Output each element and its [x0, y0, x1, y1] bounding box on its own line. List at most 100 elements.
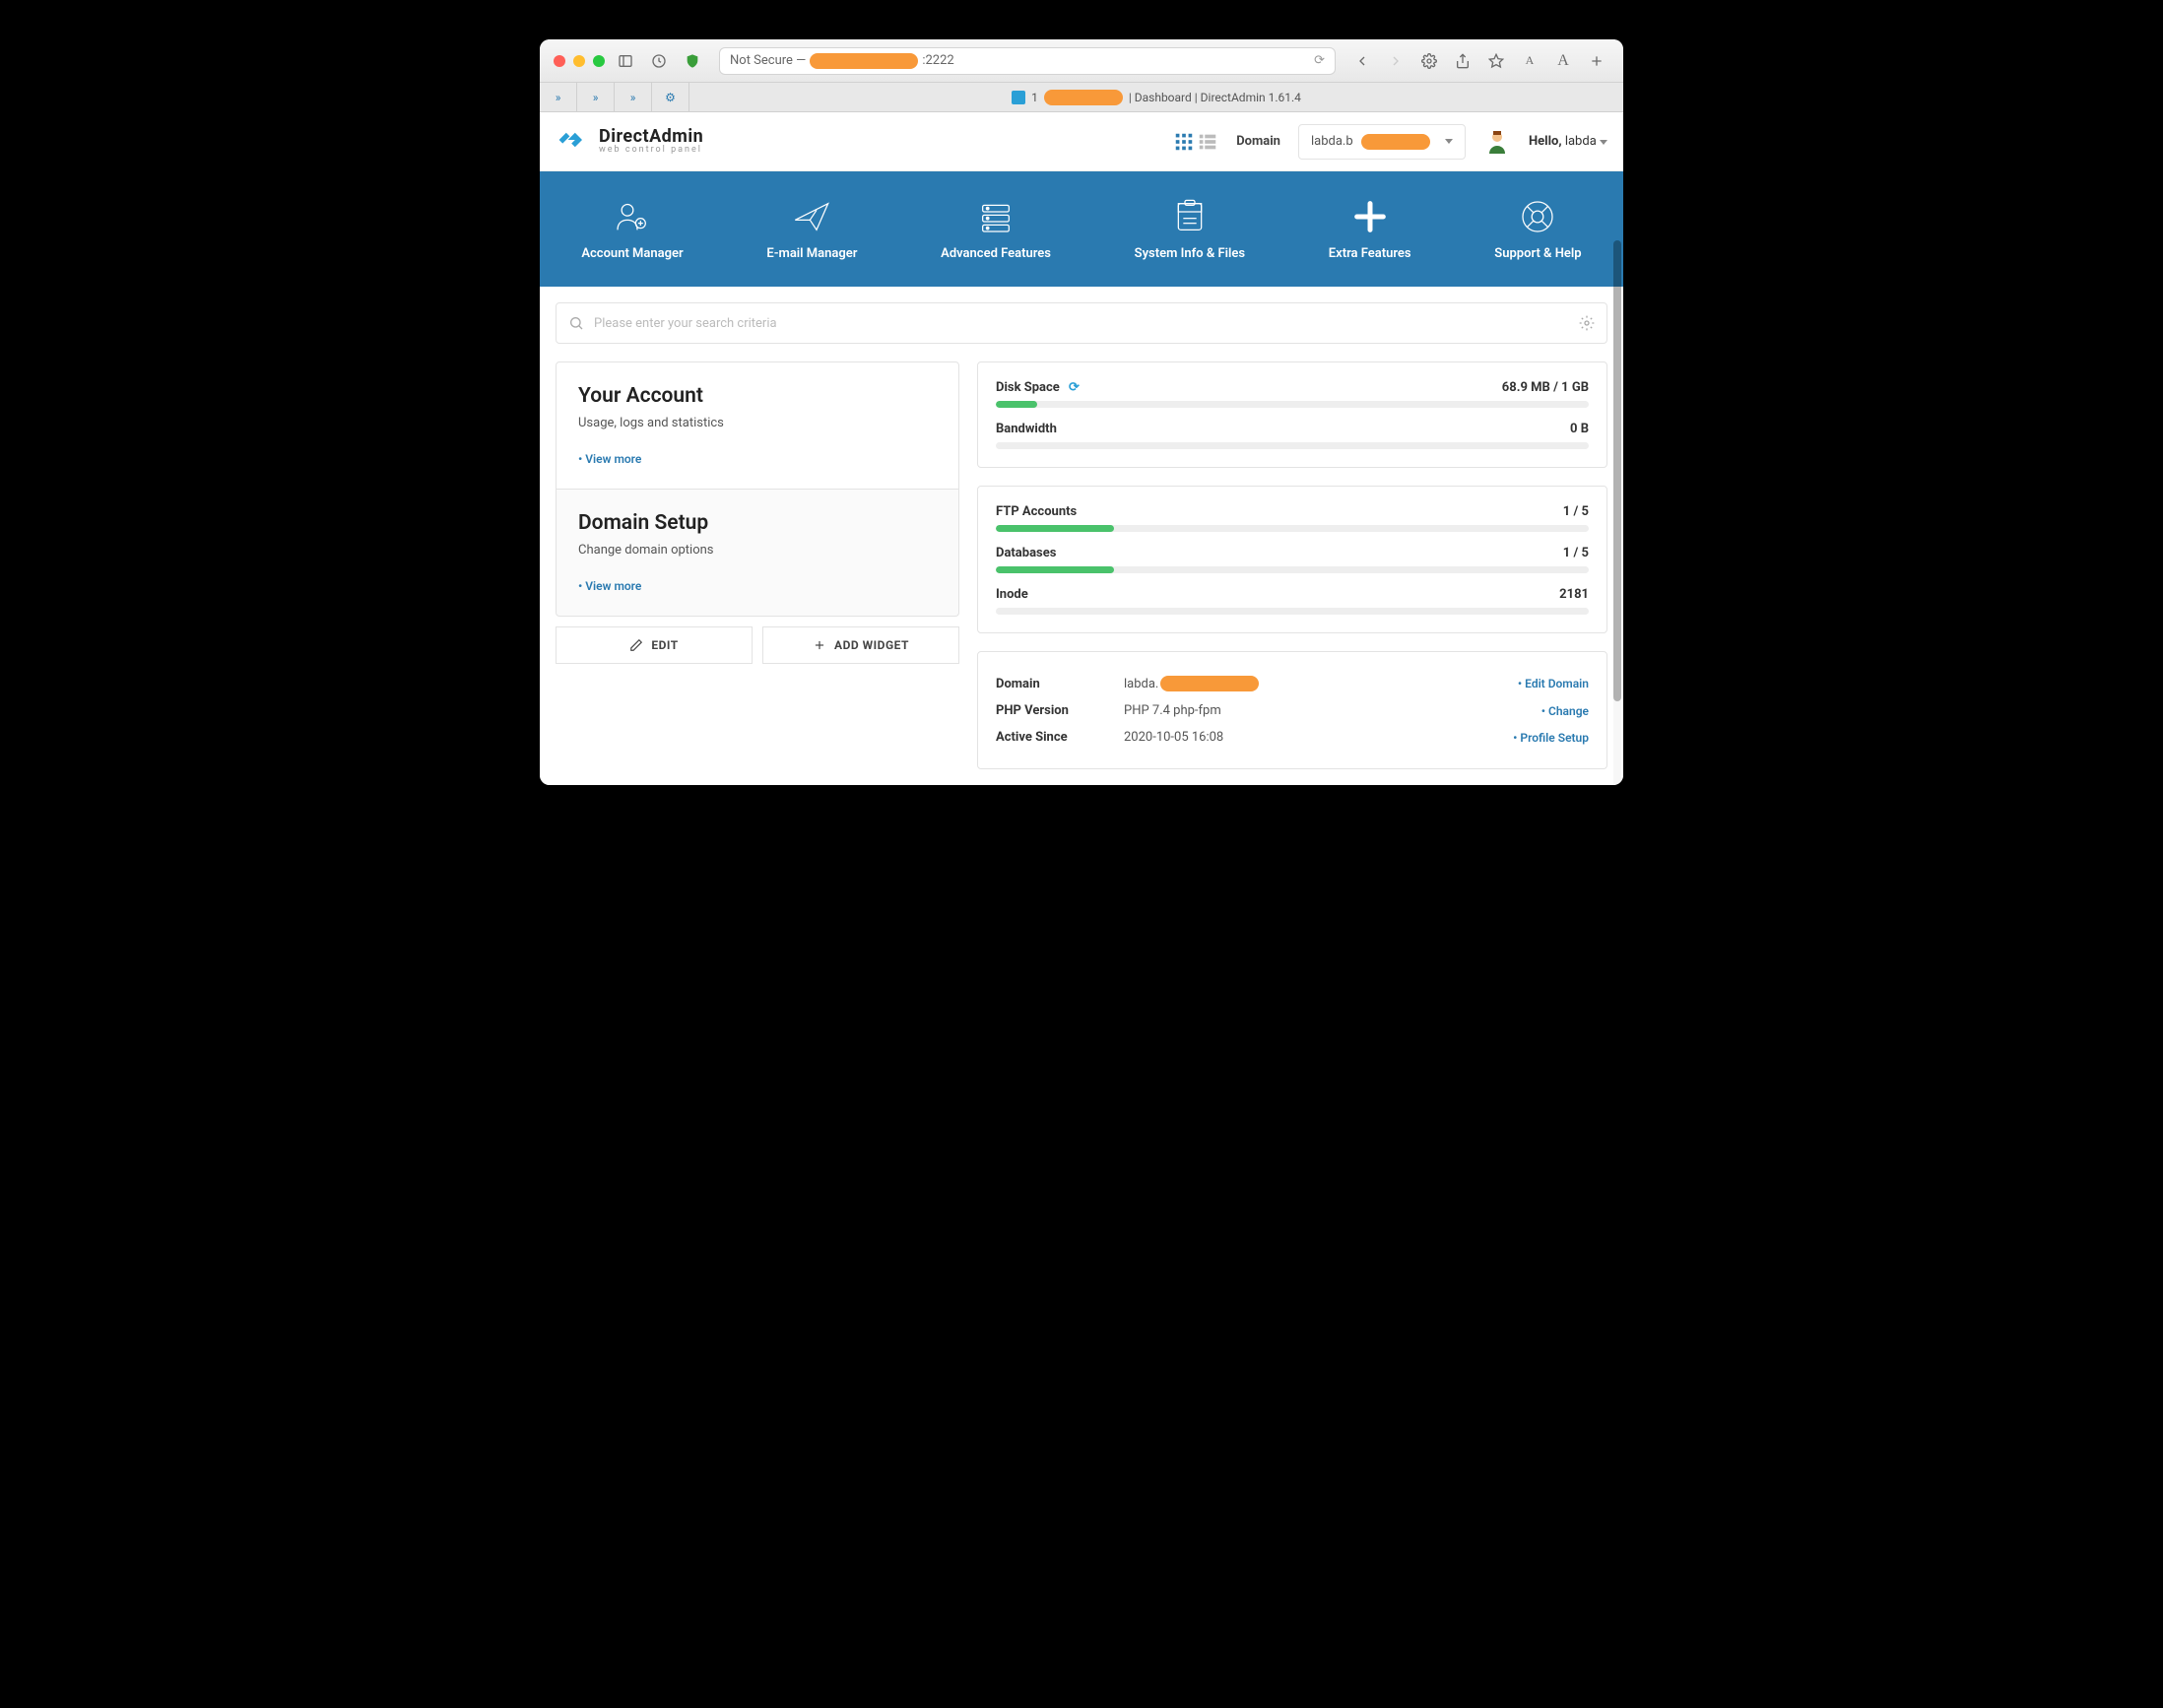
tab-prefix: 1 [1031, 91, 1038, 104]
app-header: DirectAdmin web control panel Domain lab… [540, 112, 1623, 171]
usage-stats-1: Disk Space ⟳ 68.9 MB / 1 GB Bandwidth0 B [977, 361, 1607, 468]
search-input[interactable] [594, 316, 1569, 331]
titlebar: Not Secure — :2222 ⟳ A A [540, 39, 1623, 83]
usage-stats-2: FTP Accounts 1 / 5 Databases1 / 5 Inode 2181 [977, 486, 1607, 633]
view-toggle [1173, 131, 1218, 153]
detail-value: labda. [1124, 676, 1259, 691]
list-view-icon[interactable] [1197, 131, 1218, 153]
stat-row: Disk Space ⟳ 68.9 MB / 1 GB [996, 380, 1589, 408]
nav-system-info[interactable]: System Info & Files [1135, 197, 1245, 261]
domain-details: Domainlabda. Edit Domain PHP VersionPHP 7.… [977, 651, 1607, 769]
add-widget-button[interactable]: ADD WIDGET [762, 626, 959, 664]
nav-support-help[interactable]: Support & Help [1494, 197, 1581, 261]
sidebar-toggle-icon[interactable] [613, 49, 638, 73]
detail-value: 2020-10-05 16:08 [1124, 730, 1223, 745]
stat-value: 0 B [1570, 422, 1589, 436]
detail-action-link[interactable]: Profile Setup [1513, 731, 1589, 745]
detail-key: Active Since [996, 730, 1124, 745]
browser-window: Not Secure — :2222 ⟳ A A » » » ⚙ 1 | Das… [540, 39, 1623, 785]
bookmark-icon[interactable] [1483, 49, 1509, 73]
domain-value: labda.b [1311, 134, 1353, 149]
brand-tagline: web control panel [599, 146, 703, 155]
pinned-tab-3[interactable]: » [615, 83, 652, 111]
settings-icon[interactable] [1416, 49, 1442, 73]
gear-icon[interactable] [1579, 315, 1595, 331]
scrollbar[interactable] [1613, 240, 1621, 785]
avatar[interactable] [1483, 128, 1511, 156]
history-icon[interactable] [646, 49, 672, 73]
minimize-window[interactable] [573, 55, 585, 67]
detail-key: PHP Version [996, 703, 1124, 718]
scroll-thumb[interactable] [1613, 240, 1621, 701]
domain-dropdown[interactable]: labda.b [1298, 124, 1466, 160]
logo-text: DirectAdmin web control panel [599, 128, 703, 155]
pinned-tab-4[interactable]: ⚙ [652, 83, 689, 111]
maximize-window[interactable] [593, 55, 605, 67]
nav-advanced-features[interactable]: Advanced Features [941, 197, 1051, 261]
logo[interactable]: DirectAdmin web control panel [556, 122, 703, 162]
favicon-icon [1012, 91, 1025, 104]
chevron-down-icon [1600, 140, 1607, 145]
detail-action-link[interactable]: Edit Domain [1518, 677, 1589, 690]
pinned-tab-1[interactable]: » [540, 83, 577, 111]
text-large-icon[interactable]: A [1550, 49, 1576, 73]
stat-row: Bandwidth0 B [996, 422, 1589, 449]
addr-prefix: Not Secure — [730, 53, 806, 68]
logo-mark-icon [556, 122, 591, 162]
view-more-link[interactable]: View more [578, 452, 641, 466]
window-controls [554, 55, 605, 67]
detail-key: Domain [996, 677, 1124, 691]
progress-bar [996, 525, 1589, 532]
stat-label: FTP Accounts [996, 504, 1077, 519]
stat-value: 2181 [1559, 587, 1589, 602]
back-icon[interactable] [1349, 49, 1375, 73]
forward-icon[interactable] [1383, 49, 1409, 73]
detail-row: Domainlabda. Edit Domain [996, 670, 1589, 697]
search-bar[interactable] [556, 302, 1607, 344]
card-title: Domain Setup [578, 511, 937, 535]
tab-redacted [1044, 90, 1123, 105]
stat-row: Databases1 / 5 [996, 546, 1589, 573]
new-tab-icon[interactable] [1584, 49, 1609, 73]
stat-value: 68.9 MB / 1 GB [1502, 380, 1589, 395]
your-account-card: Your Account Usage, logs and statistics … [556, 361, 959, 490]
stat-label: Databases [996, 546, 1056, 560]
addr-redacted [810, 53, 918, 69]
progress-bar [996, 442, 1589, 449]
main-nav: Account Manager E-mail Manager Advanced … [540, 171, 1623, 287]
close-window[interactable] [554, 55, 565, 67]
reload-icon[interactable]: ⟳ [1314, 53, 1325, 68]
domain-label: Domain [1236, 134, 1280, 149]
page-content: DirectAdmin web control panel Domain lab… [540, 112, 1623, 785]
card-subtitle: Usage, logs and statistics [578, 416, 937, 430]
card-subtitle: Change domain options [578, 543, 937, 558]
nav-email-manager[interactable]: E-mail Manager [766, 197, 857, 261]
progress-bar [996, 566, 1589, 573]
pinned-tab-2[interactable]: » [577, 83, 615, 111]
view-more-link[interactable]: View more [578, 579, 641, 593]
user-greeting[interactable]: Hello, labda [1529, 134, 1607, 149]
refresh-icon[interactable]: ⟳ [1069, 380, 1080, 395]
shield-icon[interactable] [680, 49, 705, 73]
detail-row: PHP VersionPHP 7.4 php-fpm Change [996, 697, 1589, 724]
chevron-down-icon [1445, 139, 1453, 144]
stat-value: 1 / 5 [1563, 504, 1589, 519]
stat-label: Inode [996, 587, 1028, 602]
progress-bar [996, 608, 1589, 615]
nav-account-manager[interactable]: Account Manager [581, 197, 683, 261]
share-icon[interactable] [1450, 49, 1475, 73]
address-bar[interactable]: Not Secure — :2222 ⟳ [719, 47, 1336, 75]
search-icon [568, 315, 584, 331]
stat-row: FTP Accounts 1 / 5 [996, 504, 1589, 532]
stat-row: Inode 2181 [996, 587, 1589, 615]
text-small-icon[interactable]: A [1517, 49, 1542, 73]
detail-action-link[interactable]: Change [1541, 704, 1589, 718]
domain-setup-card: Domain Setup Change domain options View … [556, 490, 959, 617]
nav-extra-features[interactable]: Extra Features [1329, 197, 1411, 261]
edit-button[interactable]: EDIT [556, 626, 753, 664]
detail-row: Active Since2020-10-05 16:08 Profile Setu… [996, 724, 1589, 751]
grid-view-icon[interactable] [1173, 131, 1195, 153]
active-tab[interactable]: 1 | Dashboard | DirectAdmin 1.61.4 [689, 83, 1623, 111]
stat-label: Disk Space ⟳ [996, 380, 1080, 395]
detail-value: PHP 7.4 php-fpm [1124, 703, 1221, 718]
